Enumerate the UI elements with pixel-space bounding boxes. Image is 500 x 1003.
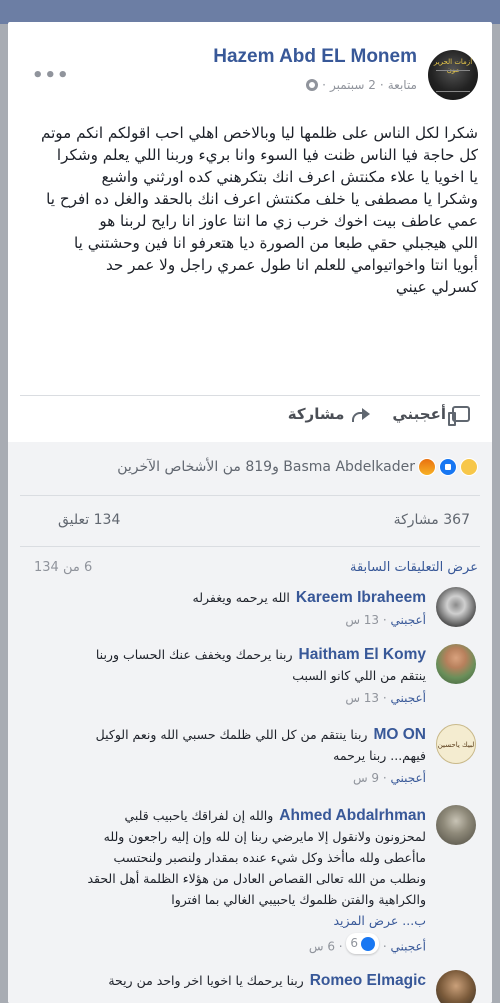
more-options-icon[interactable]: ••• — [32, 65, 70, 86]
divider — [20, 546, 480, 547]
post-meta: متابعة · 2 سبتمبر · — [306, 78, 417, 92]
comment-text-line: ماأعطى ولله ماأخذ وكل شيء عنده بمقدار ول… — [113, 850, 426, 865]
commenter-avatar[interactable] — [436, 587, 476, 627]
commenter-name[interactable]: MO ON — [373, 726, 426, 743]
comment-text-line: لمحزونون ولانقول إلا مايرضي ربنا إن لله … — [103, 829, 426, 844]
post-header: أزمات الحرير مون Hazem Abd EL Monem متاب… — [8, 40, 492, 110]
share-button[interactable]: مشاركة — [288, 405, 373, 423]
meta-separator: · — [379, 78, 384, 92]
comment-body: Ahmed Abdalrhman والله إن لفراقك ياحبيب ق… — [87, 805, 426, 958]
globe-icon — [306, 79, 319, 91]
commenter-avatar[interactable] — [436, 644, 476, 684]
see-more-link[interactable]: ب... عرض المزيد — [87, 910, 426, 931]
comment-body: Kareem Ibraheem الله يرحمه ويغفرله أعجبني… — [193, 587, 426, 631]
share-arrow-icon — [350, 406, 372, 422]
comment-body: Haitham El Komy ربنا يرحمك ويخفف عنك الحس… — [96, 644, 426, 709]
commenter-avatar[interactable] — [436, 805, 476, 845]
comment-meta: أعجبني · 6 · 6 س — [87, 933, 426, 958]
commenter-name[interactable]: Romeo Elmagic — [310, 972, 426, 989]
like-reaction-icon — [361, 936, 376, 951]
reactions-summary[interactable]: Basma Abdelkader و819 من الأشخاص الآخرين — [117, 459, 415, 475]
commenter-name[interactable]: Ahmed Abdalrhman — [279, 807, 426, 824]
comment-text-line: والكراهية والفتن ظلموك ياحبيبي الغالي بم… — [171, 892, 426, 907]
view-previous-comments-link[interactable]: عرض التعليقات السابقة — [350, 560, 478, 575]
comment-text-line: ونطلب من الله تعالى القصاص العادل من هؤل… — [87, 871, 426, 886]
comment-meta: أعجبني · 13 س — [345, 691, 426, 705]
post-line: وشكرا يا مصطفى يا خلف مكنتش اعرف انك بال… — [46, 190, 478, 208]
meta-separator: · — [322, 78, 326, 92]
comment-like-link[interactable]: أعجبني — [391, 940, 426, 954]
comment-time[interactable]: 13 س — [345, 691, 379, 705]
like-button[interactable]: أعجبني — [392, 405, 470, 426]
comment-likes-count: 6 — [350, 936, 359, 950]
share-label: مشاركة — [287, 405, 345, 423]
divider — [20, 495, 480, 496]
shares-count[interactable]: 367 مشاركة — [394, 512, 470, 528]
post-card: أزمات الحرير مون Hazem Abd EL Monem متاب… — [8, 22, 492, 1003]
post-author-name[interactable]: Hazem Abd EL Monem — [213, 46, 417, 68]
follow-link[interactable]: متابعة — [388, 78, 417, 92]
post-line: شكرا لكل الناس على ظلمها ليا وبالاخص اهل… — [40, 124, 478, 142]
commenter-avatar[interactable] — [436, 970, 476, 1003]
sad-reaction-icon — [460, 458, 478, 476]
post-line: أبويا انتا واخواتيوامي للعلم انا طول عمر… — [105, 256, 478, 274]
comment-like-link[interactable]: أعجبني — [391, 691, 426, 705]
commenter-avatar-text: لبيك ياحسين — [437, 741, 475, 749]
post-body: شكرا لكل الناس على ظلمها ليا وبالاخص اهل… — [22, 122, 478, 298]
divider — [20, 395, 480, 396]
top-navigation-bar — [0, 0, 500, 24]
post-line: كسرلي عيني — [395, 278, 478, 296]
comment-text-line: Romeo Elmagic ربنا يرحمك يا اخويا اخر واح… — [108, 970, 426, 991]
comment-text: الله يرحمه ويغفرله — [192, 590, 290, 605]
author-avatar-image — [436, 70, 470, 92]
angry-reaction-icon — [418, 458, 436, 476]
commenter-name[interactable]: Haitham El Komy — [299, 646, 426, 663]
comment-time[interactable]: 6 س — [309, 940, 335, 954]
post-actions: أعجبني مشاركة — [288, 405, 470, 426]
comments-pagination: 6 من 134 — [34, 560, 93, 575]
commenter-name[interactable]: Kareem Ibraheem — [296, 589, 426, 606]
comment-time[interactable]: 9 س — [353, 771, 379, 785]
post-line: كل حاجة فيا الناس ظنت فيا السوء وانا بري… — [56, 146, 478, 164]
engagement-counts: 367 مشاركة 134 تعليق — [8, 510, 492, 536]
comment-text: ربنا يرحمك يا اخويا اخر واحد من ريحة — [108, 973, 304, 988]
like-label: أعجبني — [392, 405, 446, 423]
post-date[interactable]: 2 سبتمبر — [330, 78, 376, 92]
comment-text-line: Ahmed Abdalrhman والله إن لفراقك ياحبيب ق… — [87, 805, 426, 826]
post-line: عمي عاطف بيت اخوك خرب زي ما انتا عاوز ان… — [99, 212, 478, 230]
post-line: اللي هيجبلي حقي طبعا من الصورة ديا هتعرف… — [74, 234, 478, 252]
comment-text: ربنا ينتقم من كل اللي ظلمك حسبي الله ونع… — [95, 727, 368, 742]
comment-text-line: MO ON ربنا ينتقم من كل اللي ظلمك حسبي الل… — [96, 724, 426, 745]
comment-text-line: Kareem Ibraheem الله يرحمه ويغفرله — [193, 587, 426, 608]
comment-meta: أعجبني · 9 س — [352, 771, 426, 785]
comment-text-line: Haitham El Komy ربنا يرحمك ويخفف عنك الحس… — [96, 644, 426, 665]
author-avatar[interactable]: أزمات الحرير مون — [428, 50, 478, 100]
thumbs-up-icon — [448, 406, 470, 426]
post-line: يا اخويا يا علاء مكنتش اعرف انك بتكرهني … — [101, 168, 478, 186]
comments-count[interactable]: 134 تعليق — [58, 512, 120, 528]
comment-text-line: ينتقم من اللي كانو السبب — [292, 668, 426, 683]
comment-time[interactable]: 13 س — [345, 613, 379, 627]
comment-like-link[interactable]: أعجبني — [391, 771, 426, 785]
comment-text-line: فيهم... ربنا يرحمه — [333, 748, 426, 763]
comment-body: Romeo Elmagic ربنا يرحمك يا اخويا اخر واح… — [108, 970, 426, 991]
comment-likes-badge[interactable]: 6 — [346, 933, 380, 954]
comment-like-link[interactable]: أعجبني — [391, 613, 426, 627]
commenter-avatar[interactable]: لبيك ياحسين — [436, 724, 476, 764]
reactions-bar[interactable]: Basma Abdelkader و819 من الأشخاص الآخرين — [117, 458, 478, 476]
comment-meta: أعجبني · 13 س — [345, 613, 426, 627]
like-reaction-icon — [439, 458, 457, 476]
comment-body: MO ON ربنا ينتقم من كل اللي ظلمك حسبي الل… — [96, 724, 426, 789]
comment-text: ربنا يرحمك ويخفف عنك الحساب وربنا — [95, 647, 293, 662]
comment-text: والله إن لفراقك ياحبيب قلبي — [124, 808, 274, 823]
